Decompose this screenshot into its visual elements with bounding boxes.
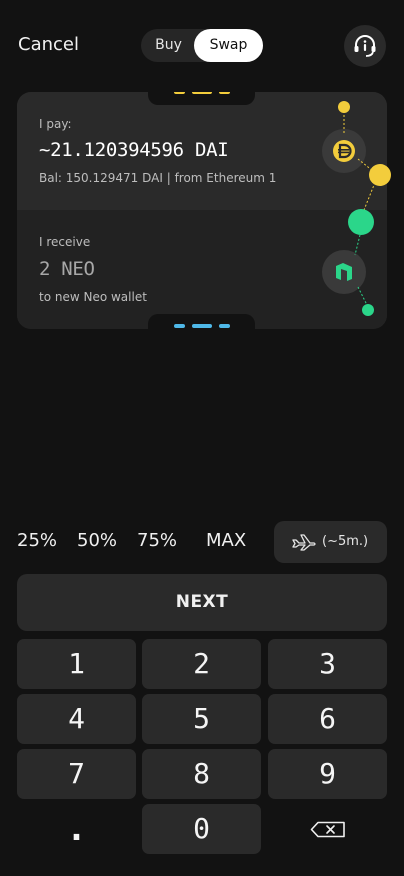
key-8[interactable]: 8 — [142, 749, 261, 799]
key-0[interactable]: 0 — [142, 804, 261, 854]
key-2[interactable]: 2 — [142, 639, 261, 689]
route-decoration — [338, 101, 391, 316]
top-tab-indicator — [148, 92, 255, 105]
dot-yellow-small — [338, 101, 350, 113]
pay-label: I pay: — [39, 117, 72, 131]
top-bar: Cancel Buy Swap — [0, 0, 404, 92]
key-1[interactable]: 1 — [17, 639, 136, 689]
speed-label: (~5m.) — [322, 534, 369, 549]
dash-3 — [219, 92, 230, 94]
key-4[interactable]: 4 — [17, 694, 136, 744]
key-9[interactable]: 9 — [268, 749, 387, 799]
key-7[interactable]: 7 — [17, 749, 136, 799]
key-3[interactable]: 3 — [268, 639, 387, 689]
dot-green-large — [348, 209, 374, 235]
key-5[interactable]: 5 — [142, 694, 261, 744]
cancel-button[interactable]: Cancel — [18, 34, 79, 55]
key-6[interactable]: 6 — [268, 694, 387, 744]
receive-amount[interactable]: 2 NEO — [39, 258, 95, 280]
dash-4 — [174, 324, 185, 328]
segment-buy[interactable]: Buy — [141, 29, 196, 62]
backspace-icon — [310, 821, 345, 838]
dash-5 — [192, 324, 212, 328]
preset-50[interactable]: 50% — [77, 530, 117, 551]
segment-swap[interactable]: Swap — [194, 29, 263, 62]
dash-1 — [174, 92, 185, 94]
pay-amount[interactable]: ~21.120394596 DAI — [39, 139, 229, 161]
buy-swap-toggle[interactable]: Buy Swap — [141, 29, 263, 62]
receive-label: I receive — [39, 235, 91, 249]
preset-75[interactable]: 75% — [137, 530, 177, 551]
airplane-icon — [292, 534, 316, 551]
receive-destination: to new Neo wallet — [39, 290, 147, 304]
key-decimal[interactable]: . — [17, 804, 136, 854]
bottom-tab-indicator — [148, 314, 255, 329]
dash-2 — [192, 92, 212, 94]
speed-button[interactable]: (~5m.) — [274, 521, 387, 563]
pay-balance: Bal: 150.129471 DAI | from Ethereum 1 — [39, 171, 277, 185]
help-button[interactable] — [344, 25, 386, 67]
dot-yellow-large — [369, 164, 391, 186]
dash-6 — [219, 324, 230, 328]
preset-25[interactable]: 25% — [17, 530, 57, 551]
dot-green-small — [362, 304, 374, 316]
backspace-button[interactable] — [268, 804, 387, 854]
headset-info-icon — [354, 35, 376, 57]
decimal-point: . — [66, 809, 87, 849]
preset-max[interactable]: MAX — [206, 530, 246, 551]
next-button[interactable]: NEXT — [17, 574, 387, 631]
